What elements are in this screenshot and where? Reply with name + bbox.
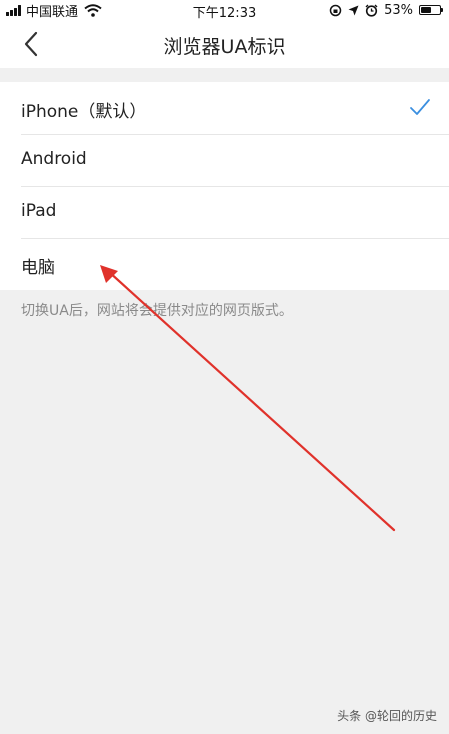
watermark: 头条 @轮回的历史	[337, 709, 437, 723]
battery-icon	[419, 5, 443, 15]
page-title: 浏览器UA标识	[163, 36, 286, 58]
option-label: Android	[21, 149, 87, 169]
option-iphone[interactable]: iPhone（默认）	[0, 82, 449, 134]
status-bar: 中国联通 下午12:33 53%	[0, 0, 449, 21]
navigation-bar: 浏览器UA标识	[0, 20, 449, 68]
alarm-icon	[365, 4, 378, 17]
option-label: iPhone（默认）	[21, 102, 147, 122]
option-computer[interactable]: 电脑	[0, 238, 449, 290]
option-label: 电脑	[21, 258, 55, 278]
location-icon	[348, 5, 359, 15]
battery-fill	[421, 7, 431, 13]
option-android[interactable]: Android	[0, 134, 449, 186]
battery-percent: 53%	[384, 2, 413, 18]
option-ipad[interactable]: iPad	[0, 186, 449, 238]
check-icon	[410, 99, 430, 115]
status-right: 53%	[329, 2, 443, 18]
ua-options-list: iPhone（默认） Android iPad 电脑	[0, 82, 449, 290]
option-label: iPad	[21, 201, 57, 221]
hint-text: 切换UA后，网站将会提供对应的网页版式。	[21, 303, 293, 319]
rotation-lock-icon	[329, 4, 342, 16]
